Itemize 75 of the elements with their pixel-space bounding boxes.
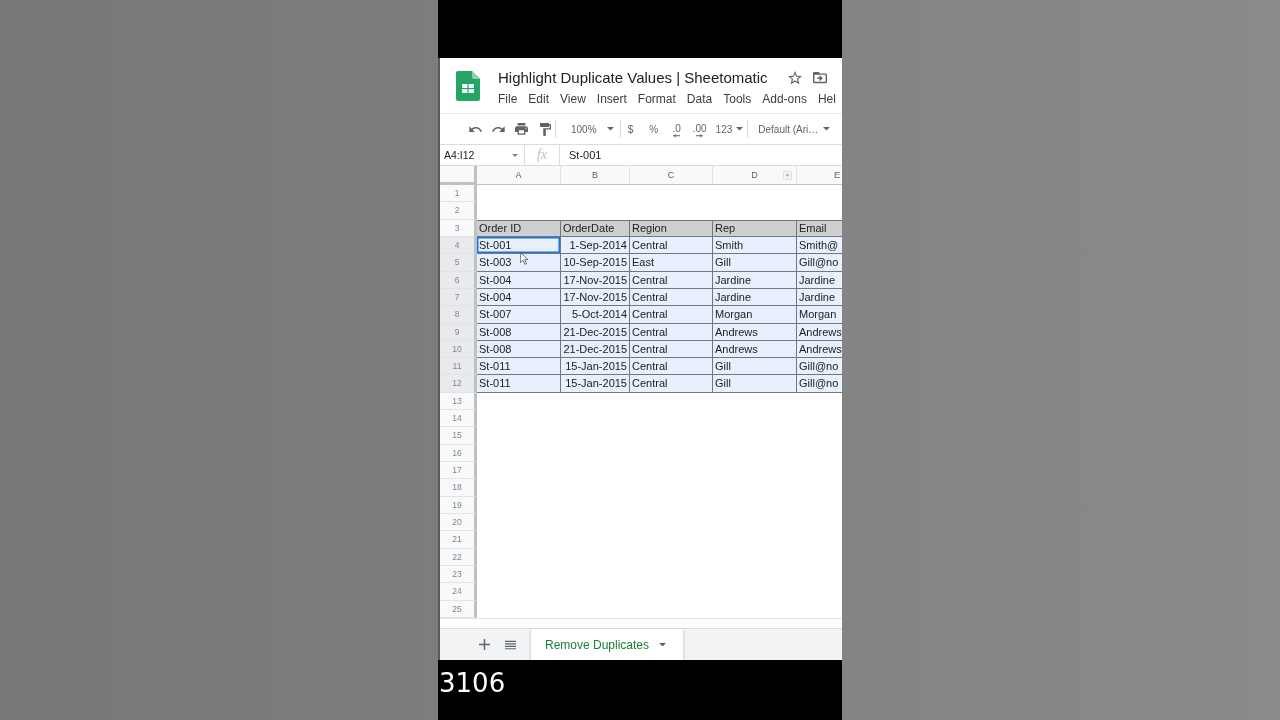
row-number: 11 — [440, 358, 477, 376]
table-cell: Gill — [713, 254, 797, 272]
add-sheet-icon[interactable] — [479, 639, 490, 650]
number-format-dropdown[interactable]: 123 — [715, 118, 744, 140]
table-cell: Central — [630, 306, 713, 324]
table-cell: St-011 — [477, 375, 561, 393]
column-header[interactable]: A — [477, 166, 561, 185]
menu-item[interactable]: File — [498, 90, 518, 109]
table-cell: Gill@no — [797, 358, 842, 376]
table-cell: Central — [630, 358, 713, 376]
menu-item[interactable]: Add-ons — [762, 90, 807, 109]
sheet-list-icon[interactable] — [505, 639, 516, 650]
row-number: 2 — [440, 202, 477, 220]
sheet-tab[interactable]: Remove Duplicates — [531, 629, 683, 660]
paint-roller-icon[interactable] — [540, 122, 551, 136]
table-cell: Gill — [713, 358, 797, 376]
font-dropdown[interactable]: Default (Ari… — [758, 118, 831, 140]
format-button[interactable]: .00 — [689, 117, 710, 141]
table-cell: Gill@no — [797, 254, 842, 272]
format-button[interactable]: $ — [620, 117, 641, 141]
column-header[interactable]: C — [630, 166, 713, 185]
star-icon[interactable] — [788, 71, 802, 85]
menu-item[interactable]: Format — [637, 90, 676, 109]
table-cell: Morgan — [713, 306, 797, 324]
menu-item[interactable]: Tools — [723, 90, 752, 109]
table-cell: 5-Oct-2014 — [561, 306, 630, 324]
format-button[interactable]: .0 — [666, 117, 687, 141]
table-cell: Gill — [713, 375, 797, 393]
document-title[interactable]: Highlight Duplicate Values | Sheetomatic — [498, 68, 788, 88]
row-number: 15 — [440, 427, 477, 445]
row-number: 18 — [440, 479, 477, 497]
caret-icon — [823, 127, 831, 131]
table-cell: St-003 — [477, 254, 561, 272]
column-header[interactable]: B — [561, 166, 630, 185]
caret-icon — [512, 153, 518, 157]
table-cell: St-011 — [477, 358, 561, 376]
row-number: 17 — [440, 462, 477, 480]
table-cell: 15-Jan-2015 — [561, 358, 630, 376]
redo-icon[interactable] — [492, 125, 505, 133]
column-header[interactable]: D — [713, 166, 797, 185]
row-number: 12 — [440, 375, 477, 393]
table-cell: Central — [630, 375, 713, 393]
right-arrow-icon — [696, 134, 704, 138]
left-arrow-icon — [673, 134, 681, 138]
caret-icon — [606, 127, 614, 131]
folder-arrow-icon[interactable] — [813, 72, 827, 84]
menu-item[interactable]: Data — [686, 90, 713, 109]
caret-icon — [736, 127, 744, 131]
table-cell: Gill@no — [797, 375, 842, 393]
row-number: 14 — [440, 410, 477, 428]
table-cell: Morgan — [797, 306, 842, 324]
row-number: 8 — [440, 306, 477, 324]
format-button[interactable]: % — [643, 117, 664, 141]
menu-item[interactable]: Hel — [817, 90, 836, 109]
undo-icon[interactable] — [469, 125, 482, 133]
row-number: 5 — [440, 254, 477, 272]
print-icon[interactable] — [515, 123, 528, 135]
table-cell: East — [630, 254, 713, 272]
menu-item[interactable]: Edit — [528, 90, 550, 109]
zoom-dropdown[interactable]: 100% — [571, 118, 614, 140]
table-cell: 10-Sep-2015 — [561, 254, 630, 272]
formula-field[interactable]: St-001 — [560, 145, 842, 165]
menu-item[interactable]: Insert — [596, 90, 627, 109]
menu-item[interactable]: View — [560, 90, 586, 109]
mouse-pointer-icon — [520, 252, 529, 265]
name-box[interactable]: A4:I12 — [440, 145, 525, 165]
function-label: fx — [536, 147, 548, 163]
caret-icon — [659, 642, 667, 647]
table-cell: St-007 — [477, 306, 561, 324]
caption-text: 3106 — [439, 668, 506, 698]
row-number: 21 — [440, 531, 477, 549]
row-number: 24 — [440, 583, 477, 601]
table-cell: 15-Jan-2015 — [561, 375, 630, 393]
row-number: 1 — [440, 185, 477, 203]
sheets-logo-icon[interactable] — [456, 71, 480, 101]
